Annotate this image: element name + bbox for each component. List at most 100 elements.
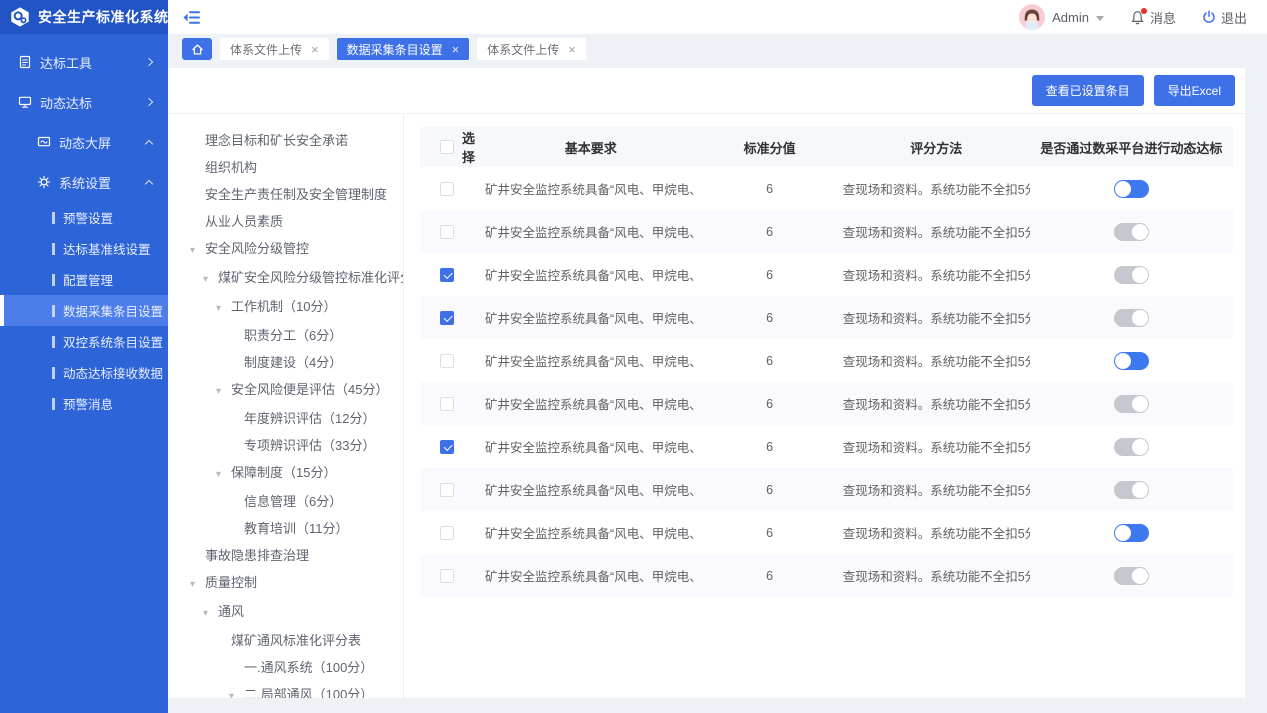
toggle-switch[interactable] xyxy=(1114,395,1149,413)
tree-node-14[interactable]: 教育培训（11分） xyxy=(190,515,403,542)
caret-down-icon[interactable]: ▾ xyxy=(203,600,218,627)
sidebar-item-10[interactable]: 预警消息 xyxy=(0,388,168,419)
tree-node-18[interactable]: 煤矿通风标准化评分表 xyxy=(190,627,403,654)
toggle-switch[interactable] xyxy=(1114,352,1149,370)
toggle-switch[interactable] xyxy=(1114,524,1149,542)
screen-icon xyxy=(37,135,52,149)
sidebar-item-5[interactable]: 达标基准线设置 xyxy=(0,233,168,264)
row-checkbox[interactable] xyxy=(440,397,454,411)
cell-method: 查现场和资料。系统功能不全扣5分，其他不... xyxy=(843,351,1030,370)
toggle-knob xyxy=(1132,568,1148,584)
toggle-switch[interactable] xyxy=(1114,438,1149,456)
tab-close-icon[interactable]: × xyxy=(452,43,460,56)
caret-down-icon[interactable]: ▾ xyxy=(216,378,231,405)
messages-button[interactable]: 消息 xyxy=(1130,8,1176,27)
table-row: 矿井安全监控系统具备“风电、甲烷电、故障”闭锁及手...6查现场和资料。系统功能… xyxy=(420,167,1233,210)
table-row: 矿井安全监控系统具备“风电、甲烷电、故障”闭锁及手...6查现场和资料。系统功能… xyxy=(420,210,1233,253)
tree-node-4[interactable]: ▾安全风险分级管控 xyxy=(190,235,403,264)
bell-icon xyxy=(1130,10,1145,25)
caret-down-icon[interactable]: ▾ xyxy=(203,266,218,293)
tree-node-label: 职责分工（6分） xyxy=(244,328,342,343)
toggle-knob xyxy=(1132,439,1148,455)
tree-node-8[interactable]: 制度建设（4分） xyxy=(190,349,403,376)
collapse-sidebar-icon[interactable] xyxy=(182,10,201,25)
tree-node-0[interactable]: 理念目标和矿长安全承诺 xyxy=(190,127,403,154)
toggle-switch[interactable] xyxy=(1114,223,1149,241)
tree-node-label: 年度辨识评估（12分） xyxy=(244,411,375,426)
tab-2[interactable]: 体系文件上传× xyxy=(477,38,586,60)
tree-panel: 理念目标和矿长安全承诺组织机构安全生产责任制及安全管理制度从业人员素质▾安全风险… xyxy=(168,114,404,698)
sidebar-item-label: 预警设置 xyxy=(63,208,113,227)
sidebar-item-1[interactable]: 动态达标 xyxy=(0,82,168,122)
tab-home[interactable] xyxy=(182,38,212,60)
tab-0[interactable]: 体系文件上传× xyxy=(220,38,329,60)
row-checkbox[interactable] xyxy=(440,354,454,368)
toggle-switch[interactable] xyxy=(1114,309,1149,327)
tree-node-20[interactable]: ▾二.局部通风（100分） xyxy=(190,681,403,698)
cell-requirement: 矿井安全监控系统具备“风电、甲烷电、故障”闭锁及手... xyxy=(485,308,696,327)
caret-down-icon[interactable]: ▾ xyxy=(190,237,205,264)
tree-node-3[interactable]: 从业人员素质 xyxy=(190,208,403,235)
tree-node-label: 教育培训（11分） xyxy=(244,521,349,536)
view-configured-button[interactable]: 查看已设置条目 xyxy=(1032,75,1144,106)
tree-node-11[interactable]: 专项辨识评估（33分） xyxy=(190,432,403,459)
caret-down-icon[interactable]: ▾ xyxy=(216,461,231,488)
toggle-switch[interactable] xyxy=(1114,266,1149,284)
row-checkbox[interactable] xyxy=(440,483,454,497)
tree-node-7[interactable]: 职责分工（6分） xyxy=(190,322,403,349)
row-checkbox[interactable] xyxy=(440,268,454,282)
sidebar-item-3[interactable]: 系统设置 xyxy=(0,162,168,202)
tree-node-10[interactable]: 年度辨识评估（12分） xyxy=(190,405,403,432)
header-checkbox[interactable] xyxy=(440,140,454,154)
tree-node-label: 工作机制（10分） xyxy=(231,299,336,314)
sidebar-item-7[interactable]: 数据采集条目设置 xyxy=(0,295,168,326)
tree-node-label: 质量控制 xyxy=(205,575,257,590)
caret-down-icon[interactable]: ▾ xyxy=(229,683,244,698)
tree-node-12[interactable]: ▾保障制度（15分） xyxy=(190,459,403,488)
toggle-knob xyxy=(1115,181,1131,197)
logout-button[interactable]: 退出 xyxy=(1202,8,1247,27)
tree-node-5[interactable]: ▾煤矿安全风险分级管控标准化评分表 xyxy=(190,264,403,293)
tree-node-6[interactable]: ▾工作机制（10分） xyxy=(190,293,403,322)
row-checkbox[interactable] xyxy=(440,311,454,325)
sidebar-item-2[interactable]: 动态大屏 xyxy=(0,122,168,162)
caret-down-icon[interactable]: ▾ xyxy=(190,571,205,598)
export-excel-button[interactable]: 导出Excel xyxy=(1154,75,1235,106)
caret-down-icon[interactable]: ▾ xyxy=(216,295,231,322)
cell-method: 查现场和资料。系统功能不全扣5分，其他不... xyxy=(843,308,1030,327)
tab-close-icon[interactable]: × xyxy=(311,43,319,56)
sidebar-item-0[interactable]: 达标工具 xyxy=(0,42,168,82)
row-checkbox[interactable] xyxy=(440,440,454,454)
row-checkbox[interactable] xyxy=(440,526,454,540)
sidebar-item-6[interactable]: 配置管理 xyxy=(0,264,168,295)
sidebar-item-4[interactable]: 预警设置 xyxy=(0,202,168,233)
tree-node-15[interactable]: 事故隐患排查治理 xyxy=(190,542,403,569)
tree-node-19[interactable]: 一.通风系统（100分） xyxy=(190,654,403,681)
app-root: 安全生产标准化系统 达标工具动态达标动态大屏系统设置预警设置达标基准线设置配置管… xyxy=(0,0,1267,713)
tab-1[interactable]: 数据采集条目设置× xyxy=(337,38,470,60)
header-requirement: 基本要求 xyxy=(485,138,696,157)
tree-node-label: 事故隐患排查治理 xyxy=(205,548,309,563)
row-checkbox[interactable] xyxy=(440,182,454,196)
tree-node-17[interactable]: ▾通风 xyxy=(190,598,403,627)
toggle-switch[interactable] xyxy=(1114,567,1149,585)
row-checkbox[interactable] xyxy=(440,569,454,583)
user-menu[interactable]: Admin xyxy=(1019,4,1104,30)
toggle-switch[interactable] xyxy=(1114,481,1149,499)
row-checkbox[interactable] xyxy=(440,225,454,239)
sidebar-item-8[interactable]: 双控系统条目设置 xyxy=(0,326,168,357)
tab-close-icon[interactable]: × xyxy=(568,43,576,56)
tree-node-13[interactable]: 信息管理（6分） xyxy=(190,488,403,515)
tree-node-2[interactable]: 安全生产责任制及安全管理制度 xyxy=(190,181,403,208)
sidebar-item-9[interactable]: 动态达标接收数据 xyxy=(0,357,168,388)
cell-score: 6 xyxy=(696,440,842,454)
toggle-switch[interactable] xyxy=(1114,180,1149,198)
sidebar-item-label: 达标基准线设置 xyxy=(63,239,151,258)
cell-score: 6 xyxy=(696,569,842,583)
tree-node-1[interactable]: 组织机构 xyxy=(190,154,403,181)
toggle-knob xyxy=(1132,482,1148,498)
logout-label: 退出 xyxy=(1221,8,1247,27)
table-row: 矿井安全监控系统具备“风电、甲烷电、故障”闭锁及手...6查现场和资料。系统功能… xyxy=(420,554,1233,597)
tree-node-9[interactable]: ▾安全风险便是评估（45分） xyxy=(190,376,403,405)
tree-node-16[interactable]: ▾质量控制 xyxy=(190,569,403,598)
